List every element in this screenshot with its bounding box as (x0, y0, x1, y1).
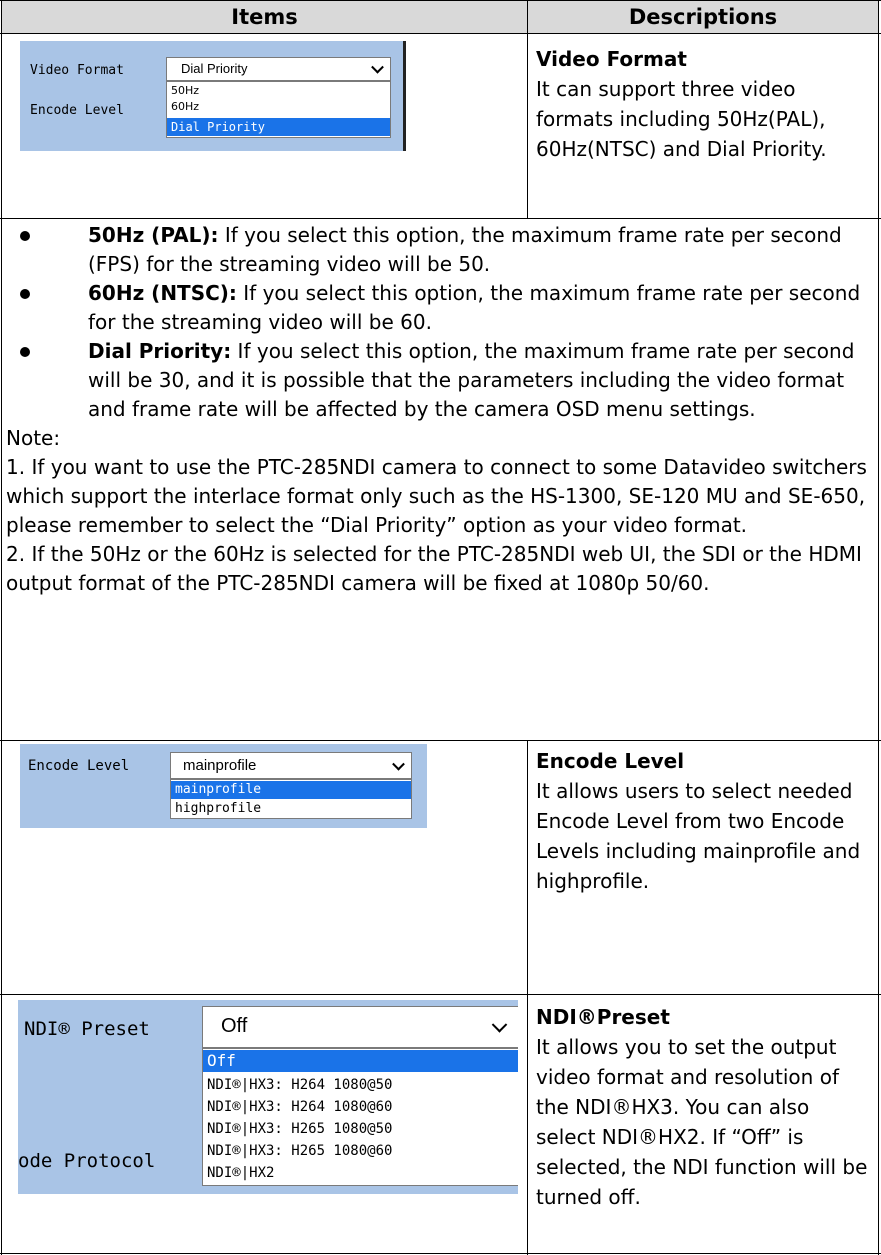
dropdown-option-selected[interactable]: Dial Priority (167, 118, 390, 136)
dropdown-option-selected[interactable]: mainprofile (171, 781, 411, 799)
bullet-term: Dial Priority: (88, 339, 232, 363)
encode-level-select[interactable]: mainprofile (170, 752, 412, 779)
row-divider (0, 740, 881, 741)
bullet-icon (20, 347, 30, 357)
list-item: 60Hz (NTSC): If you select this option, … (6, 279, 874, 337)
screenshot-edge (403, 41, 406, 151)
ndi-preset-description-cell: NDI®Preset It allows you to set the outp… (530, 1002, 876, 1212)
dropdown-option[interactable]: NDI®|HX2 (203, 1162, 518, 1184)
ndi-preset-title: NDI®Preset (536, 1005, 670, 1029)
video-format-title: Video Format (536, 47, 687, 71)
row-divider (0, 994, 881, 995)
video-format-description: It can support three video formats inclu… (536, 77, 827, 161)
video-format-description-cell: Video Format It can support three video … (530, 44, 876, 164)
dropdown-option[interactable]: highprofile (171, 800, 411, 818)
encode-protocol-label: ode Protocol (18, 1150, 156, 1172)
ndi-preset-description: It allows you to set the output video fo… (536, 1035, 868, 1209)
bullet-icon (20, 231, 30, 241)
note-label: Note: (6, 426, 61, 450)
chevron-down-icon (392, 757, 405, 771)
encode-level-dropdown: mainprofile highprofile (170, 779, 412, 819)
dropdown-option[interactable]: NDI®|HX3: H264 1080@50 (203, 1074, 518, 1096)
encode-level-description-cell: Encode Level It allows users to select n… (530, 746, 876, 896)
encode-level-description: It allows users to select needed Encode … (536, 779, 861, 893)
video-format-screenshot: Video Format Encode Level Dial Priority … (20, 41, 406, 151)
list-item: Dial Priority: If you select this option… (6, 337, 874, 424)
note-2: 2. If the 50Hz or the 60Hz is selected f… (6, 542, 862, 595)
ndi-preset-select[interactable]: Off (202, 1006, 518, 1048)
video-format-dropdown: 50Hz 60Hz Dial Priority (166, 81, 391, 138)
video-format-notes: 50Hz (PAL): If you select this option, t… (2, 221, 878, 598)
ndi-preset-screenshot: NDI® Preset ode Protocol Off Off NDI®|HX… (18, 1000, 518, 1194)
dropdown-option[interactable]: 60Hz (167, 99, 390, 114)
encode-level-screenshot: Encode Level mainprofile mainprofile hig… (20, 744, 427, 828)
chevron-down-icon (491, 1017, 508, 1033)
dropdown-option[interactable]: NDI®|HX3: H265 1080@60 (203, 1140, 518, 1162)
dropdown-option[interactable]: NDI®|HX3: H264 1080@60 (203, 1096, 518, 1118)
encode-level-label: Encode Level (30, 103, 124, 118)
document-table: Items Descriptions Video Format Encode L… (0, 0, 881, 1255)
dropdown-option[interactable]: NDI®|HX3: H265 1080@50 (203, 1118, 518, 1140)
header-items: Items (2, 1, 527, 33)
header-divider (0, 33, 881, 34)
table-border-bottom (0, 1253, 881, 1254)
encode-level-selected-value: mainprofile (183, 757, 257, 774)
table-border-right (878, 218, 879, 741)
ndi-preset-label: NDI® Preset (24, 1018, 150, 1040)
header-descriptions: Descriptions (528, 1, 878, 33)
note-1: 1. If you want to use the PTC-285NDI cam… (6, 455, 867, 537)
column-divider (527, 740, 528, 1255)
list-item: 50Hz (PAL): If you select this option, t… (6, 221, 874, 279)
video-format-selected-value: Dial Priority (181, 61, 248, 76)
video-format-select[interactable]: Dial Priority (166, 57, 391, 81)
row-divider (0, 218, 881, 219)
table-border-right (878, 0, 879, 219)
bullet-term: 50Hz (PAL): (88, 223, 219, 247)
ndi-preset-selected-value: Off (221, 1015, 248, 1037)
dropdown-option-selected[interactable]: Off (203, 1050, 518, 1072)
table-border-right (878, 740, 879, 1255)
bullet-term: 60Hz (NTSC): (88, 281, 237, 305)
encode-level-label: Encode Level (28, 758, 130, 774)
table-border-left (1, 740, 2, 1255)
video-format-label: Video Format (30, 63, 124, 78)
ndi-preset-dropdown: Off NDI®|HX3: H264 1080@50 NDI®|HX3: H26… (202, 1048, 518, 1186)
chevron-down-icon (371, 60, 384, 74)
bullet-icon (20, 289, 30, 299)
dropdown-option[interactable]: 50Hz (167, 83, 390, 98)
format-bullet-list: 50Hz (PAL): If you select this option, t… (6, 221, 874, 424)
encode-level-title: Encode Level (536, 749, 685, 773)
